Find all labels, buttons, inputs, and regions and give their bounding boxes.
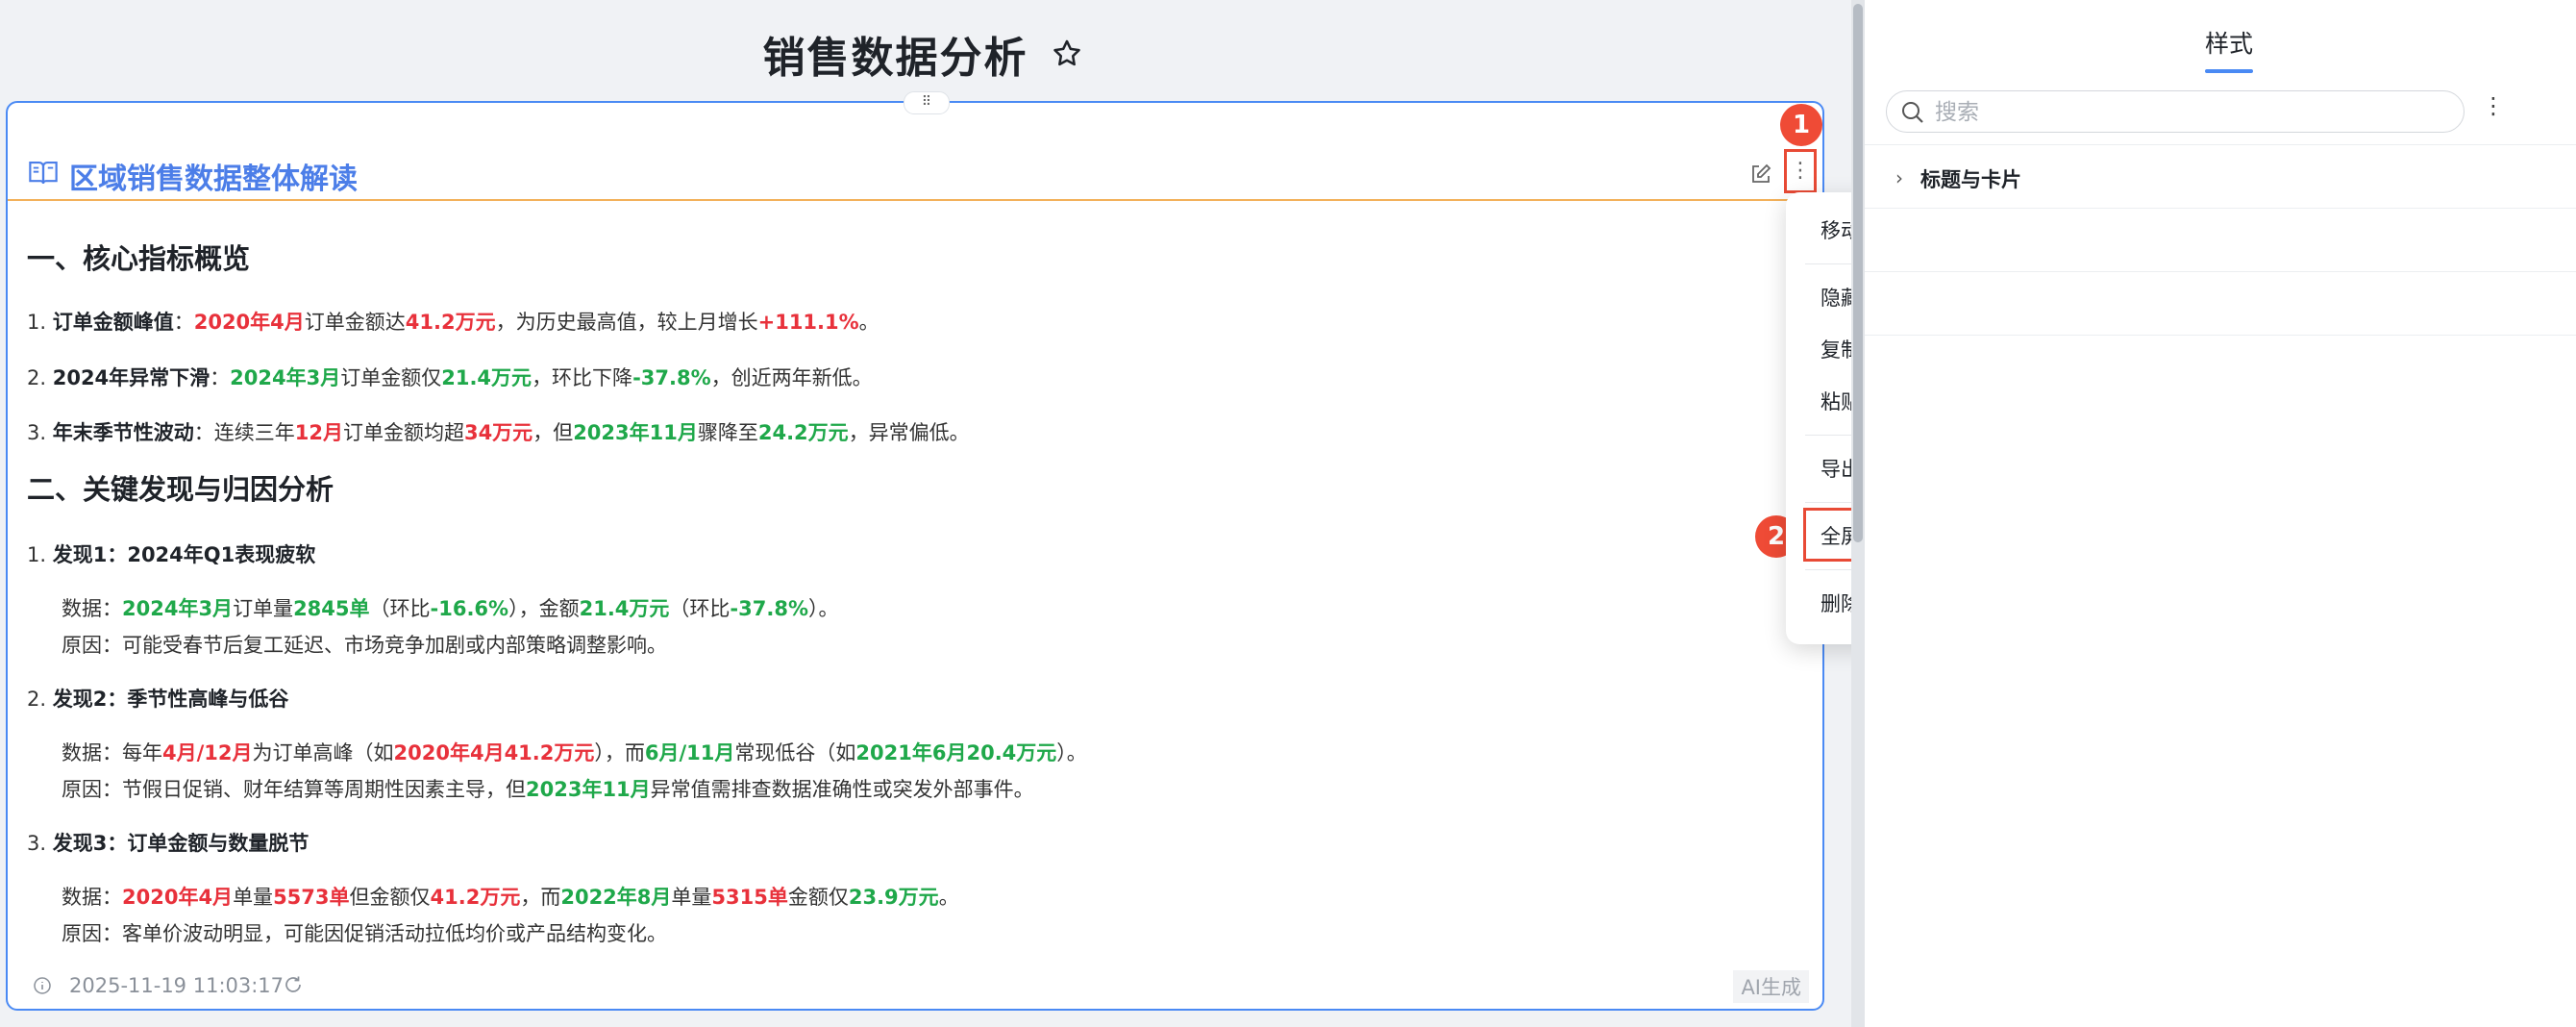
style-panel: 样式 ⋮ › 标题与卡片 <box>1865 0 2576 1027</box>
edit-icon[interactable] <box>1749 163 1772 186</box>
search-box[interactable] <box>1886 90 2465 133</box>
book-icon <box>29 162 58 185</box>
info-icon <box>34 977 51 994</box>
star-icon[interactable] <box>1051 38 1083 70</box>
tab-indicator <box>2205 69 2253 73</box>
annotation-badge-1: 1 <box>1780 104 1822 146</box>
list-item: 1. 3. 3. 年末季节性波动：连续三年12月订单金额均超34万元，但2023… <box>27 421 970 444</box>
card-footer: 2025-11-19 11:03:17 AI生成 <box>8 968 1822 1007</box>
finding-title: 3. 发现3：订单金额与数量脱节 <box>27 832 310 855</box>
search-icon <box>1902 102 1923 123</box>
section-heading: 一、核心指标概览 <box>27 242 251 275</box>
chevron-right-icon: › <box>1895 166 1903 189</box>
panel-section[interactable] <box>1865 208 2576 272</box>
finding-reason: 原因：节假日促销、财年结算等周期性因素主导，但2023年11月异常值需排查数据准… <box>62 778 1034 801</box>
panel-section-title-card[interactable]: › 标题与卡片 <box>1865 144 2576 209</box>
page-header: 销售数据分析 <box>0 23 1845 85</box>
more-vertical-icon: ⋮ <box>1790 159 1811 183</box>
ai-generated-tag: AI生成 <box>1733 970 1809 1003</box>
page-title: 销售数据分析 <box>762 34 1028 83</box>
finding-reason: 原因：客单价波动明显，可能因促销活动拉低均价或产品结构变化。 <box>62 922 667 945</box>
more-vertical-icon[interactable]: ⋮ <box>2482 92 2505 119</box>
scrollbar-thumb[interactable] <box>1853 4 1863 542</box>
tab-style[interactable]: 样式 <box>2205 25 2253 60</box>
finding-reason: 原因：可能受春节后复工延迟、市场竞争加剧或内部策略调整影响。 <box>62 634 667 657</box>
list-item: 1. 订单金额峰值：2020年4月订单金额达41.2万元，为历史最高值，较上月增… <box>27 311 879 334</box>
search-input[interactable] <box>1933 95 2437 130</box>
panel-section[interactable] <box>1865 271 2576 336</box>
card-title: 区域销售数据整体解读 <box>69 163 358 196</box>
card-header: 区域销售数据整体解读 ⋮ <box>8 149 1822 201</box>
section-heading: 二、关键发现与归因分析 <box>27 473 334 506</box>
drag-handle[interactable]: ⠿ <box>904 91 950 114</box>
report-card[interactable]: ⠿ 区域销售数据整体解读 ⋮ 一、核心指标概览 1. 订单金额峰值：2020年4… <box>6 91 1824 1011</box>
canvas-scrollbar[interactable] <box>1851 0 1865 1027</box>
list-item: 2. 2024年异常下滑：2024年3月订单金额仅21.4万元，环比下降-37.… <box>27 366 873 389</box>
more-options-button[interactable]: ⋮ <box>1784 149 1817 193</box>
panel-divider <box>1865 335 2576 337</box>
refresh-icon[interactable] <box>283 974 304 995</box>
finding-title: 2. 发现2：季节性高峰与低谷 <box>27 688 289 711</box>
finding-data: 数据：每年4月/12月为订单高峰（如2020年4月41.2万元），而6月/11月… <box>62 741 1087 764</box>
canvas-area: 销售数据分析 ⠿ 区域销售数据整体解读 ⋮ 一、核心指标概览 1. 订单金额峰值… <box>0 0 2005 1027</box>
timestamp: 2025-11-19 11:03:17 <box>69 974 285 997</box>
finding-title: 1. 发现1：2024年Q1表现疲软 <box>27 543 316 566</box>
finding-data: 数据：2020年4月单量5573单但金额仅41.2万元，而2022年8月单量53… <box>62 886 959 909</box>
finding-data: 数据：2024年3月订单量2845单（环比-16.6%），金额21.4万元（环比… <box>62 597 839 620</box>
